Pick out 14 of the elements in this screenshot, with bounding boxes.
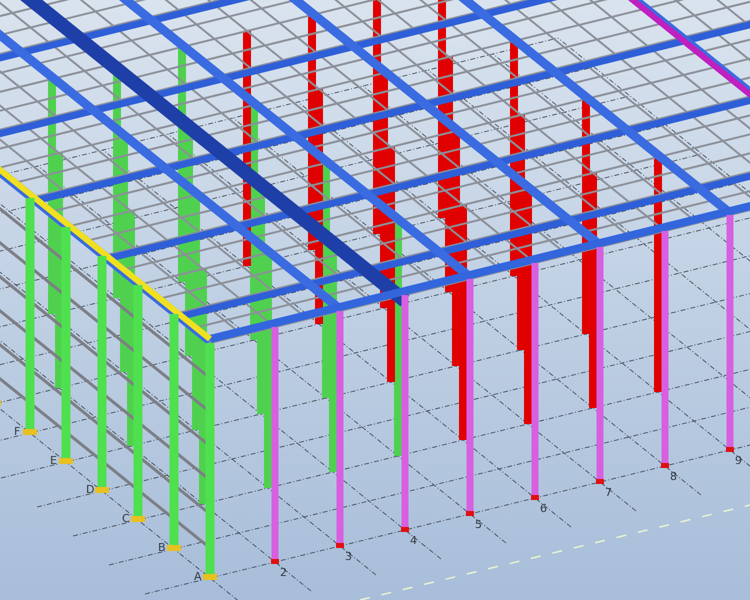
grid-axis-label: 9 xyxy=(735,454,742,467)
grid-axis-label: F xyxy=(14,425,20,438)
grid-axis-label: A xyxy=(194,570,202,583)
grid-axis-label: 5 xyxy=(475,518,482,531)
grid-axis-label: C xyxy=(122,512,130,525)
grid-axis-label: B xyxy=(158,541,166,554)
grid-axis-label: 3 xyxy=(345,550,352,563)
grid-axis-label: E xyxy=(50,454,57,467)
grid-axis-label: 6 xyxy=(540,502,547,515)
grid-axis-label: 2 xyxy=(280,566,287,579)
grid-axis-label: D xyxy=(86,483,94,496)
grid-axis-label: 7 xyxy=(605,486,612,499)
grid-axis-label: 4 xyxy=(410,534,417,547)
grid-axis-label: 8 xyxy=(670,470,677,483)
